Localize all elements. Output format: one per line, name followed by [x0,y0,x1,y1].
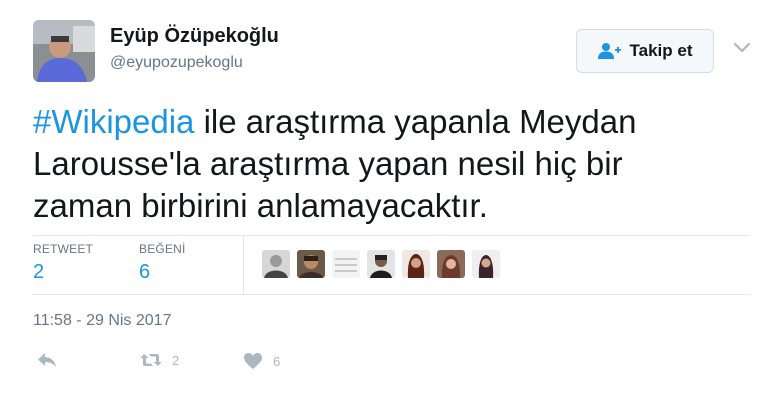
reply-button[interactable] [37,352,57,368]
user-handle[interactable]: @eyupozupekoglu [110,54,243,72]
stat-divider [243,236,244,294]
tweet-line-3: zaman birbirini anlamayacaktır. [33,187,488,224]
tweet-text: #Wikipedia ile araştırma yapanla Meydan … [33,101,733,227]
chevron-down-icon[interactable] [733,42,751,54]
liker-avatar[interactable] [367,250,395,278]
tweet-line-1-text: ile araştırma yapanla Meydan [194,103,637,140]
liker-avatar[interactable] [332,250,360,278]
follow-button[interactable]: Takip et [576,29,714,73]
divider [33,294,750,295]
retweet-stat-count[interactable]: 2 [33,261,44,284]
liker-avatars [262,250,500,278]
add-user-icon [597,43,621,59]
follow-button-label: Takip et [629,41,693,60]
timestamp[interactable]: 11:58 - 29 Nis 2017 [33,312,171,330]
liker-avatar[interactable] [297,250,325,278]
liker-avatar[interactable] [262,250,290,278]
retweet-button[interactable]: 2 [140,352,179,368]
retweet-icon [140,354,162,366]
liker-avatar[interactable] [437,250,465,278]
avatar[interactable] [33,20,95,82]
liker-avatar[interactable] [472,250,500,278]
tweet-line-2: Larousse'la araştırma yapan nesil hiç bi… [33,145,623,182]
like-stat-label: BEĞENİ [139,242,186,256]
tweet-line-1: #Wikipedia ile araştırma yapanla Meydan [33,101,733,143]
hashtag-link[interactable]: #Wikipedia [33,103,194,140]
user-name[interactable]: Eyüp Özüpekoğlu [110,25,279,48]
liker-avatar[interactable] [402,250,430,278]
divider [33,235,750,236]
like-button[interactable]: 6 [243,352,280,370]
retweet-stat-label: RETWEET [33,242,94,256]
heart-icon [244,353,262,369]
reply-icon [38,353,56,367]
retweet-action-count: 2 [172,352,180,368]
like-action-count: 6 [273,353,281,369]
like-stat-count[interactable]: 6 [139,261,150,284]
